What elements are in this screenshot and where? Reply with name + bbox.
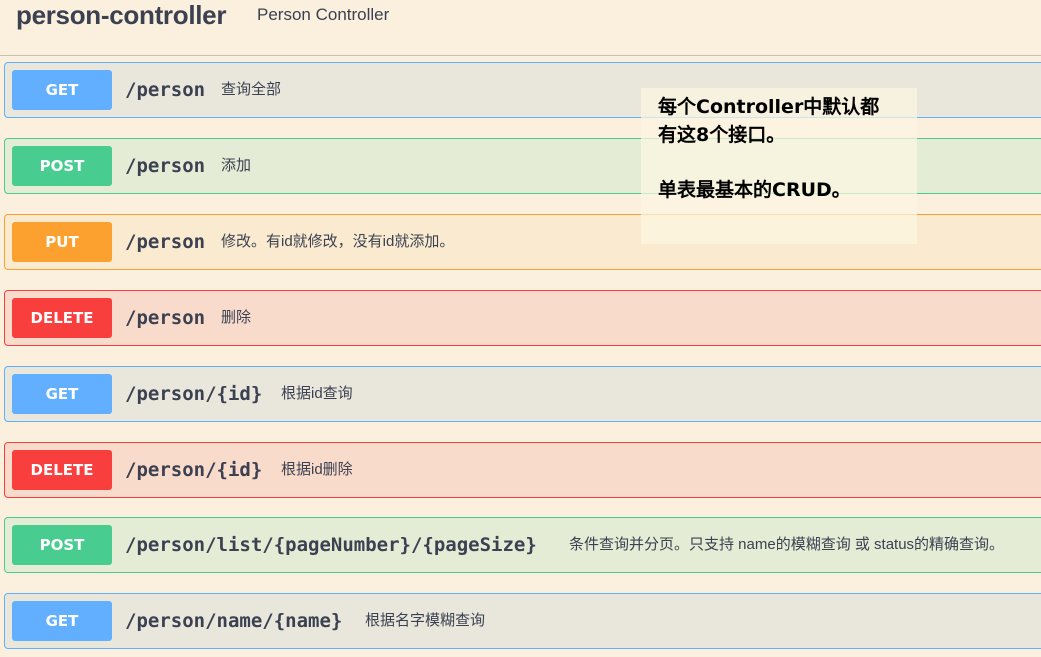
method-badge: GET xyxy=(12,601,112,641)
tag-description: Person Controller xyxy=(257,5,390,24)
operation-summary: 条件查询并分页。只支持 name的模糊查询 或 status的精确查询。 xyxy=(569,536,1005,553)
operation-summary: 查询全部 xyxy=(221,81,282,98)
method-badge: DELETE xyxy=(12,298,112,338)
tag-header[interactable]: person-controller Person Controller xyxy=(0,0,1041,56)
operation-path: /person xyxy=(125,307,206,329)
method-badge: POST xyxy=(12,146,112,186)
operation-get-person-id[interactable]: GET /person/{id} 根据id查询 xyxy=(4,366,1041,422)
operation-path: /person/list/{pageNumber}/{pageSize} xyxy=(125,534,537,556)
tag-name: person-controller xyxy=(16,0,227,30)
operation-summary: 根据id查询 xyxy=(281,385,353,402)
operation-delete-person[interactable]: DELETE /person 删除 xyxy=(4,290,1041,346)
operation-summary: 修改。有id就修改，没有id就添加。 xyxy=(221,233,455,250)
annotation-line-1: 每个Controller中默认都 xyxy=(658,96,880,118)
method-badge: DELETE xyxy=(12,450,112,490)
method-badge: GET xyxy=(12,70,112,110)
operation-summary: 删除 xyxy=(221,309,252,326)
operation-delete-person-id[interactable]: DELETE /person/{id} 根据id删除 xyxy=(4,442,1041,498)
annotation-line-2: 有这8个接口。 xyxy=(658,124,786,146)
operation-post-person-list[interactable]: POST /person/list/{pageNumber}/{pageSize… xyxy=(4,517,1041,573)
method-badge: PUT xyxy=(12,222,112,262)
operation-get-person-name[interactable]: GET /person/name/{name} 根据名字模糊查询 xyxy=(4,593,1041,649)
operation-summary: 添加 xyxy=(221,157,252,174)
operation-summary: 根据id删除 xyxy=(281,461,353,478)
method-badge: POST xyxy=(12,525,112,565)
operation-path: /person xyxy=(125,155,206,177)
method-badge: GET xyxy=(12,374,112,414)
operation-path: /person/name/{name} xyxy=(125,610,343,632)
operation-path: /person xyxy=(125,231,206,253)
annotation-overlay: 每个Controller中默认都 有这8个接口。 单表最基本的CRUD。 xyxy=(641,88,917,244)
operation-path: /person xyxy=(125,79,206,101)
operation-path: /person/{id} xyxy=(125,383,263,405)
operation-summary: 根据名字模糊查询 xyxy=(365,612,486,629)
operation-path: /person/{id} xyxy=(125,459,263,481)
annotation-line-3: 单表最基本的CRUD。 xyxy=(658,179,851,201)
